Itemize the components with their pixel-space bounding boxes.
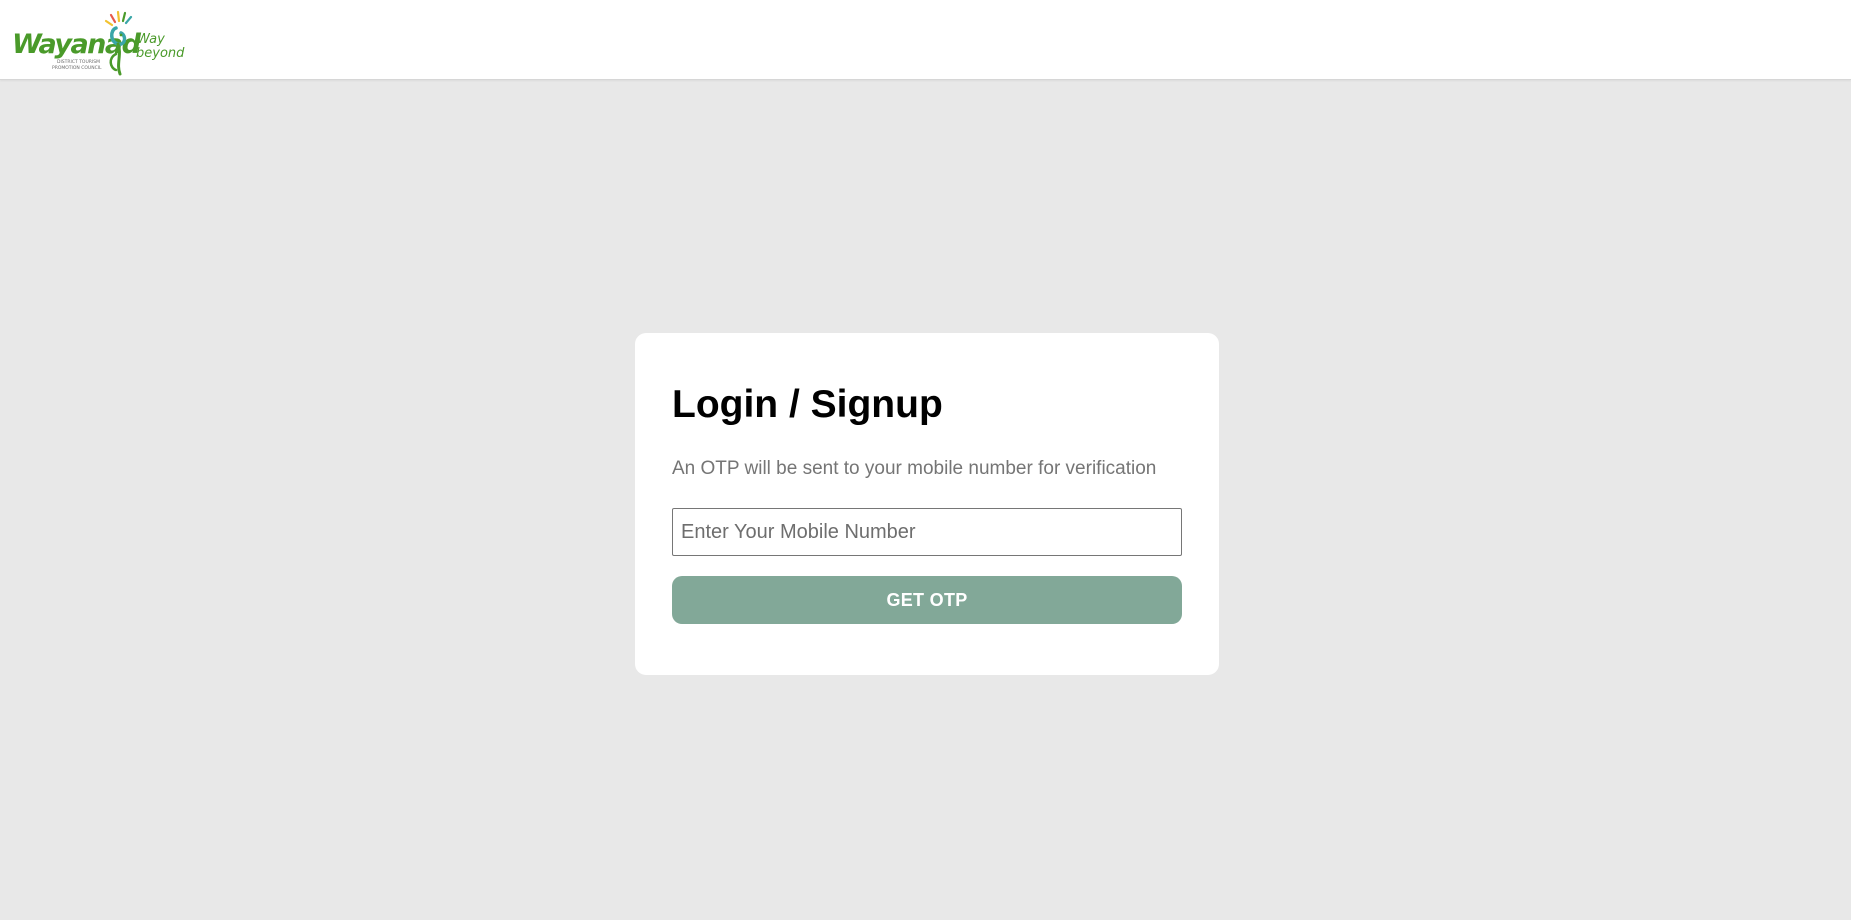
svg-text:Way: Way <box>137 32 165 47</box>
mobile-number-input[interactable] <box>672 508 1182 556</box>
site-header: Wayanad Way beyond DISTRICT TOURISM PROM… <box>0 0 1851 80</box>
logo-caption-line1: DISTRICT TOURISM <box>57 59 100 65</box>
otp-instruction-text: An OTP will be sent to your mobile numbe… <box>672 458 1157 479</box>
logo-caption-line2: PROMOTION COUNCIL <box>52 65 102 71</box>
login-card: Login / Signup An OTP will be sent to yo… <box>635 333 1219 675</box>
wayanad-logo-graphic: Wayanad Way beyond DISTRICT TOURISM PROM… <box>12 10 185 76</box>
wayanad-logo[interactable]: Wayanad Way beyond DISTRICT TOURISM PROM… <box>12 6 192 78</box>
get-otp-button[interactable]: GET OTP <box>672 576 1182 624</box>
svg-text:beyond: beyond <box>136 46 185 61</box>
page-title: Login / Signup <box>672 383 943 426</box>
